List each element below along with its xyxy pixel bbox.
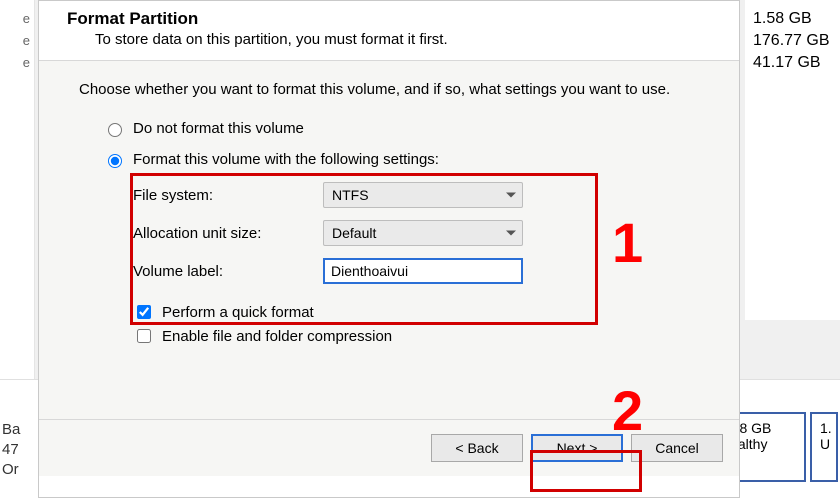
file-system-dropdown[interactable]: NTFS (323, 182, 523, 208)
volume-label-label: Volume label: (133, 263, 323, 280)
bg-size-value: 41.17 GB (753, 52, 834, 74)
compression-label: Enable file and folder compression (162, 328, 392, 345)
quick-format-label: Perform a quick format (162, 304, 314, 321)
bg-left-row: e (0, 8, 34, 30)
bg-size-value: 1.58 GB (753, 8, 834, 30)
bg-size-value: 176.77 GB (753, 30, 834, 52)
radio-do-not-format[interactable] (108, 123, 122, 137)
disk-info-line: 47 (2, 440, 20, 460)
wizard-prompt: Choose whether you want to format this v… (79, 81, 711, 98)
radio-format-with-settings[interactable] (108, 154, 122, 168)
disk-info-labels: Ba 47 Or (2, 420, 20, 480)
allocation-unit-dropdown[interactable]: Default (323, 220, 523, 246)
bg-left-row: e (0, 30, 34, 52)
back-button[interactable]: < Back (431, 434, 523, 462)
chevron-down-icon (506, 231, 516, 236)
background-size-column: 1.58 GB 176.77 GB 41.17 GB (745, 0, 840, 320)
checkbox-compression[interactable] (137, 329, 151, 343)
allocation-unit-label: Allocation unit size: (133, 225, 323, 242)
file-system-value: NTFS (332, 187, 369, 203)
allocation-unit-value: Default (332, 225, 376, 241)
next-button[interactable]: Next > (531, 434, 623, 462)
chevron-down-icon (506, 193, 516, 198)
partition-box-line: 1. (820, 420, 828, 436)
wizard-subtitle: To store data on this partition, you mus… (95, 31, 711, 48)
file-system-label: File system: (133, 187, 323, 204)
wizard-title: Format Partition (67, 9, 711, 29)
cancel-button[interactable]: Cancel (631, 434, 723, 462)
disk-info-line: Ba (2, 420, 20, 440)
format-partition-wizard: Format Partition To store data on this p… (38, 0, 740, 498)
radio-format-label: Format this volume with the following se… (133, 151, 439, 168)
volume-label-input[interactable] (323, 258, 523, 284)
disk-info-line: Or (2, 460, 20, 480)
format-settings-group: File system: NTFS Allocation unit size: … (133, 176, 711, 290)
checkbox-quick-format[interactable] (137, 305, 151, 319)
wizard-body: Choose whether you want to format this v… (39, 61, 739, 419)
partition-box[interactable]: 1. U (810, 412, 838, 482)
radio-do-not-format-label: Do not format this volume (133, 120, 304, 137)
wizard-footer: < Back Next > Cancel (39, 419, 739, 476)
wizard-header: Format Partition To store data on this p… (39, 1, 739, 60)
partition-box-line: U (820, 436, 828, 452)
bg-left-row: e (0, 52, 34, 74)
